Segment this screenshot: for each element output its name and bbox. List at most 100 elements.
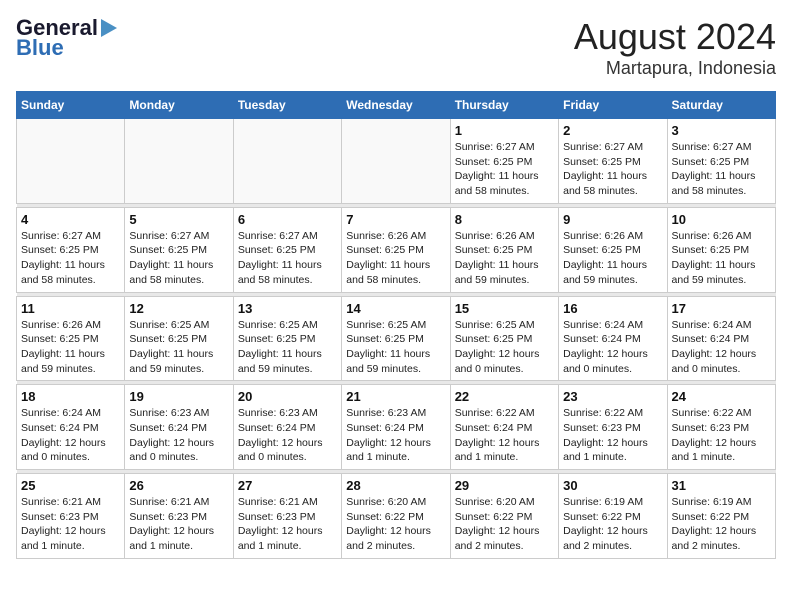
day-number: 2 (563, 123, 662, 138)
table-row (17, 119, 125, 204)
logo-blue-text: Blue (16, 36, 64, 60)
day-number: 4 (21, 212, 120, 227)
day-number: 17 (672, 301, 771, 316)
table-row: 19 Sunrise: 6:23 AMSunset: 6:24 PMDayligh… (125, 385, 233, 470)
table-row: 27 Sunrise: 6:21 AMSunset: 6:23 PMDayligh… (233, 474, 341, 559)
calendar-title: August 2024 (574, 16, 776, 58)
day-number: 13 (238, 301, 337, 316)
calendar-week-row: 11Sunrise: 6:26 AMSunset: 6:25 PMDayligh… (17, 296, 776, 381)
table-row: 28 Sunrise: 6:20 AMSunset: 6:22 PMDayligh… (342, 474, 450, 559)
table-row: 12 Sunrise: 6:25 AMSunset: 6:25 PMDayligh… (125, 296, 233, 381)
table-row: 18Sunrise: 6:24 AMSunset: 6:24 PMDayligh… (17, 385, 125, 470)
day-info: Sunrise: 6:27 AMSunset: 6:25 PMDaylight:… (563, 140, 662, 199)
day-info: Sunrise: 6:19 AMSunset: 6:22 PMDaylight:… (563, 495, 662, 554)
table-row: 6 Sunrise: 6:27 AMSunset: 6:25 PMDaylight… (233, 207, 341, 292)
day-number: 18 (21, 389, 120, 404)
table-row: 21 Sunrise: 6:23 AMSunset: 6:24 PMDayligh… (342, 385, 450, 470)
day-info: Sunrise: 6:20 AMSunset: 6:22 PMDaylight:… (346, 495, 445, 554)
day-info: Sunrise: 6:23 AMSunset: 6:24 PMDaylight:… (129, 406, 228, 465)
day-number: 9 (563, 212, 662, 227)
day-number: 16 (563, 301, 662, 316)
day-info: Sunrise: 6:20 AMSunset: 6:22 PMDaylight:… (455, 495, 554, 554)
day-info: Sunrise: 6:23 AMSunset: 6:24 PMDaylight:… (346, 406, 445, 465)
day-info: Sunrise: 6:26 AMSunset: 6:25 PMDaylight:… (672, 229, 771, 288)
day-number: 6 (238, 212, 337, 227)
table-row (125, 119, 233, 204)
day-info: Sunrise: 6:27 AMSunset: 6:25 PMDaylight:… (238, 229, 337, 288)
day-info: Sunrise: 6:27 AMSunset: 6:25 PMDaylight:… (21, 229, 120, 288)
calendar-week-row: 4 Sunrise: 6:27 AMSunset: 6:25 PMDaylight… (17, 207, 776, 292)
table-row: 2 Sunrise: 6:27 AMSunset: 6:25 PMDaylight… (559, 119, 667, 204)
table-row: 7Sunrise: 6:26 AMSunset: 6:25 PMDaylight… (342, 207, 450, 292)
day-number: 26 (129, 478, 228, 493)
day-number: 14 (346, 301, 445, 316)
table-row: 15 Sunrise: 6:25 AMSunset: 6:25 PMDayligh… (450, 296, 558, 381)
day-info: Sunrise: 6:24 AMSunset: 6:24 PMDaylight:… (672, 318, 771, 377)
calendar-week-row: 25Sunrise: 6:21 AMSunset: 6:23 PMDayligh… (17, 474, 776, 559)
day-info: Sunrise: 6:25 AMSunset: 6:25 PMDaylight:… (346, 318, 445, 377)
logo-arrow-icon (101, 19, 117, 37)
day-number: 21 (346, 389, 445, 404)
table-row: 20 Sunrise: 6:23 AMSunset: 6:24 PMDayligh… (233, 385, 341, 470)
day-number: 15 (455, 301, 554, 316)
table-row: 4 Sunrise: 6:27 AMSunset: 6:25 PMDaylight… (17, 207, 125, 292)
day-number: 22 (455, 389, 554, 404)
header-thursday: Thursday (450, 92, 558, 119)
day-number: 31 (672, 478, 771, 493)
day-info: Sunrise: 6:21 AMSunset: 6:23 PMDaylight:… (129, 495, 228, 554)
day-info: Sunrise: 6:26 AMSunset: 6:25 PMDaylight:… (455, 229, 554, 288)
table-row: 13 Sunrise: 6:25 AMSunset: 6:25 PMDayligh… (233, 296, 341, 381)
table-row: 5Sunrise: 6:27 AMSunset: 6:25 PMDaylight… (125, 207, 233, 292)
day-number: 8 (455, 212, 554, 227)
day-info: Sunrise: 6:26 AMSunset: 6:25 PMDaylight:… (563, 229, 662, 288)
day-number: 29 (455, 478, 554, 493)
day-info: Sunrise: 6:25 AMSunset: 6:25 PMDaylight:… (455, 318, 554, 377)
table-row: 16 Sunrise: 6:24 AMSunset: 6:24 PMDayligh… (559, 296, 667, 381)
calendar-table: Sunday Monday Tuesday Wednesday Thursday… (16, 91, 776, 559)
day-info: Sunrise: 6:24 AMSunset: 6:24 PMDaylight:… (563, 318, 662, 377)
day-info: Sunrise: 6:22 AMSunset: 6:23 PMDaylight:… (563, 406, 662, 465)
table-row: 31 Sunrise: 6:19 AMSunset: 6:22 PMDayligh… (667, 474, 775, 559)
header-wednesday: Wednesday (342, 92, 450, 119)
header-saturday: Saturday (667, 92, 775, 119)
day-number: 10 (672, 212, 771, 227)
day-info: Sunrise: 6:19 AMSunset: 6:22 PMDaylight:… (672, 495, 771, 554)
day-number: 28 (346, 478, 445, 493)
header-tuesday: Tuesday (233, 92, 341, 119)
table-row: 29 Sunrise: 6:20 AMSunset: 6:22 PMDayligh… (450, 474, 558, 559)
day-number: 1 (455, 123, 554, 138)
calendar-week-row: 18Sunrise: 6:24 AMSunset: 6:24 PMDayligh… (17, 385, 776, 470)
table-row: 10 Sunrise: 6:26 AMSunset: 6:25 PMDayligh… (667, 207, 775, 292)
page-header: General Blue August 2024 Martapura, Indo… (16, 16, 776, 79)
day-info: Sunrise: 6:22 AMSunset: 6:24 PMDaylight:… (455, 406, 554, 465)
table-row (342, 119, 450, 204)
day-info: Sunrise: 6:22 AMSunset: 6:23 PMDaylight:… (672, 406, 771, 465)
day-number: 23 (563, 389, 662, 404)
table-row (233, 119, 341, 204)
table-row: 17 Sunrise: 6:24 AMSunset: 6:24 PMDayligh… (667, 296, 775, 381)
header-monday: Monday (125, 92, 233, 119)
calendar-subtitle: Martapura, Indonesia (574, 58, 776, 79)
weekday-header-row: Sunday Monday Tuesday Wednesday Thursday… (17, 92, 776, 119)
day-info: Sunrise: 6:25 AMSunset: 6:25 PMDaylight:… (129, 318, 228, 377)
table-row: 24 Sunrise: 6:22 AMSunset: 6:23 PMDayligh… (667, 385, 775, 470)
table-row: 8 Sunrise: 6:26 AMSunset: 6:25 PMDaylight… (450, 207, 558, 292)
day-number: 20 (238, 389, 337, 404)
day-number: 27 (238, 478, 337, 493)
table-row: 11Sunrise: 6:26 AMSunset: 6:25 PMDayligh… (17, 296, 125, 381)
table-row: 1Sunrise: 6:27 AMSunset: 6:25 PMDaylight… (450, 119, 558, 204)
table-row: 22 Sunrise: 6:22 AMSunset: 6:24 PMDayligh… (450, 385, 558, 470)
day-number: 24 (672, 389, 771, 404)
day-number: 12 (129, 301, 228, 316)
day-number: 5 (129, 212, 228, 227)
day-info: Sunrise: 6:26 AMSunset: 6:25 PMDaylight:… (346, 229, 445, 288)
day-info: Sunrise: 6:21 AMSunset: 6:23 PMDaylight:… (21, 495, 120, 554)
table-row: 23 Sunrise: 6:22 AMSunset: 6:23 PMDayligh… (559, 385, 667, 470)
day-info: Sunrise: 6:21 AMSunset: 6:23 PMDaylight:… (238, 495, 337, 554)
day-number: 19 (129, 389, 228, 404)
logo: General Blue (16, 16, 117, 60)
day-info: Sunrise: 6:23 AMSunset: 6:24 PMDaylight:… (238, 406, 337, 465)
day-number: 30 (563, 478, 662, 493)
table-row: 26 Sunrise: 6:21 AMSunset: 6:23 PMDayligh… (125, 474, 233, 559)
day-info: Sunrise: 6:25 AMSunset: 6:25 PMDaylight:… (238, 318, 337, 377)
